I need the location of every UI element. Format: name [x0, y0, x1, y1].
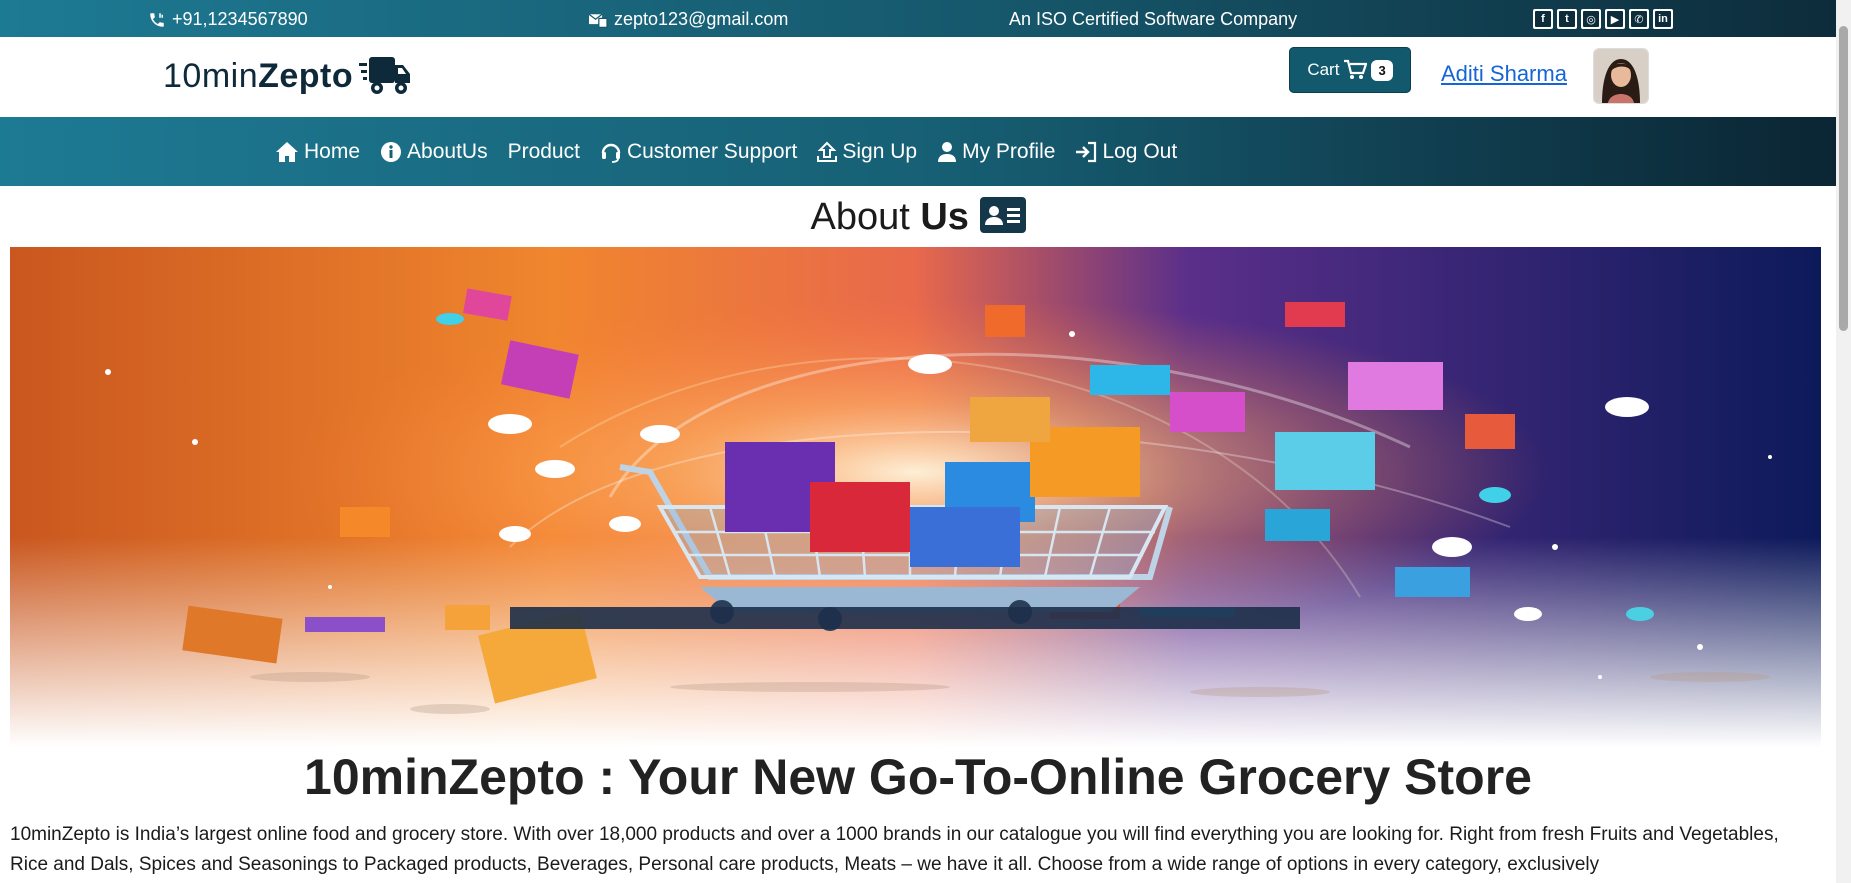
- headset-icon: [601, 143, 621, 163]
- cart-icon: [1344, 59, 1368, 79]
- page-scrollbar[interactable]: [1836, 0, 1851, 883]
- linkedin-icon[interactable]: in: [1653, 9, 1673, 29]
- nav-label: Log Out: [1102, 139, 1178, 163]
- delivery-truck-icon: [359, 57, 411, 94]
- main-nav: Home AboutUs Product Customer Support Si…: [0, 117, 1836, 186]
- social-links: f t ◎ ▶ ✆ in: [1533, 9, 1673, 29]
- phone-contact[interactable]: +91,1234567890: [148, 9, 308, 30]
- logo-text-bold: Zepto: [258, 56, 354, 95]
- nav-item-home[interactable]: Home: [275, 140, 360, 164]
- user-profile-link[interactable]: Aditi Sharma: [1441, 61, 1567, 87]
- logout-icon: [1076, 141, 1097, 162]
- nav-item-my-profile[interactable]: My Profile: [937, 140, 1055, 164]
- nav-item-aboutus[interactable]: AboutUs: [380, 140, 488, 164]
- avatar[interactable]: [1593, 48, 1649, 104]
- content-headline: 10minZepto : Your New Go-To-Online Groce…: [304, 749, 1532, 805]
- tagline: An ISO Certified Software Company: [1009, 9, 1297, 30]
- page-title: About Us: [0, 196, 1836, 239]
- email-address: zepto123@gmail.com: [614, 9, 789, 29]
- nav-label: Home: [304, 139, 361, 163]
- logo-text-light: 10min: [163, 56, 259, 95]
- envelope-icon: [588, 13, 608, 28]
- home-icon: [276, 141, 298, 162]
- nav-item-sign-up[interactable]: Sign Up: [817, 140, 917, 164]
- user-icon: [938, 141, 957, 162]
- nav-label: Sign Up: [842, 139, 918, 163]
- facebook-icon[interactable]: f: [1533, 9, 1553, 29]
- cart-button[interactable]: Cart 3: [1289, 47, 1411, 93]
- twitter-icon[interactable]: t: [1557, 9, 1577, 29]
- cart-count-badge: 3: [1371, 59, 1393, 81]
- title-bold: Us: [920, 196, 969, 238]
- title-light: About: [810, 196, 921, 238]
- cart-label: Cart: [1307, 60, 1340, 79]
- nav-label: AboutUs: [407, 139, 488, 163]
- nav-item-log-out[interactable]: Log Out: [1075, 140, 1177, 164]
- id-card-icon: [979, 197, 1026, 233]
- site-logo[interactable]: 10min Zepto: [163, 55, 411, 97]
- nav-label: Product: [507, 139, 580, 163]
- info-icon: [381, 141, 402, 162]
- content-paragraph: 10minZepto is India’s largest online foo…: [10, 824, 1779, 875]
- phone-icon: [150, 12, 164, 27]
- whatsapp-icon[interactable]: ✆: [1629, 9, 1649, 29]
- avatar-image: [1594, 49, 1648, 103]
- upload-icon: [817, 141, 838, 162]
- nav-label: My Profile: [962, 139, 1056, 163]
- tagline-text: An ISO Certified Software Company: [1009, 9, 1298, 29]
- site-header: 10min Zepto Cart 3 Aditi Sharma: [0, 37, 1836, 117]
- email-contact[interactable]: zepto123@gmail.com: [588, 9, 788, 30]
- youtube-icon[interactable]: ▶: [1605, 9, 1625, 29]
- hero-image: [10, 247, 1821, 747]
- nav-item-customer-support[interactable]: Customer Support: [600, 140, 797, 164]
- nav-label: Customer Support: [626, 139, 798, 163]
- contact-bar: +91,1234567890 zepto123@gmail.com An ISO…: [0, 0, 1836, 37]
- phone-number: +91,1234567890: [172, 9, 308, 29]
- instagram-icon[interactable]: ◎: [1581, 9, 1601, 29]
- scrollbar-thumb[interactable]: [1839, 26, 1848, 331]
- nav-item-product[interactable]: Product: [508, 140, 580, 164]
